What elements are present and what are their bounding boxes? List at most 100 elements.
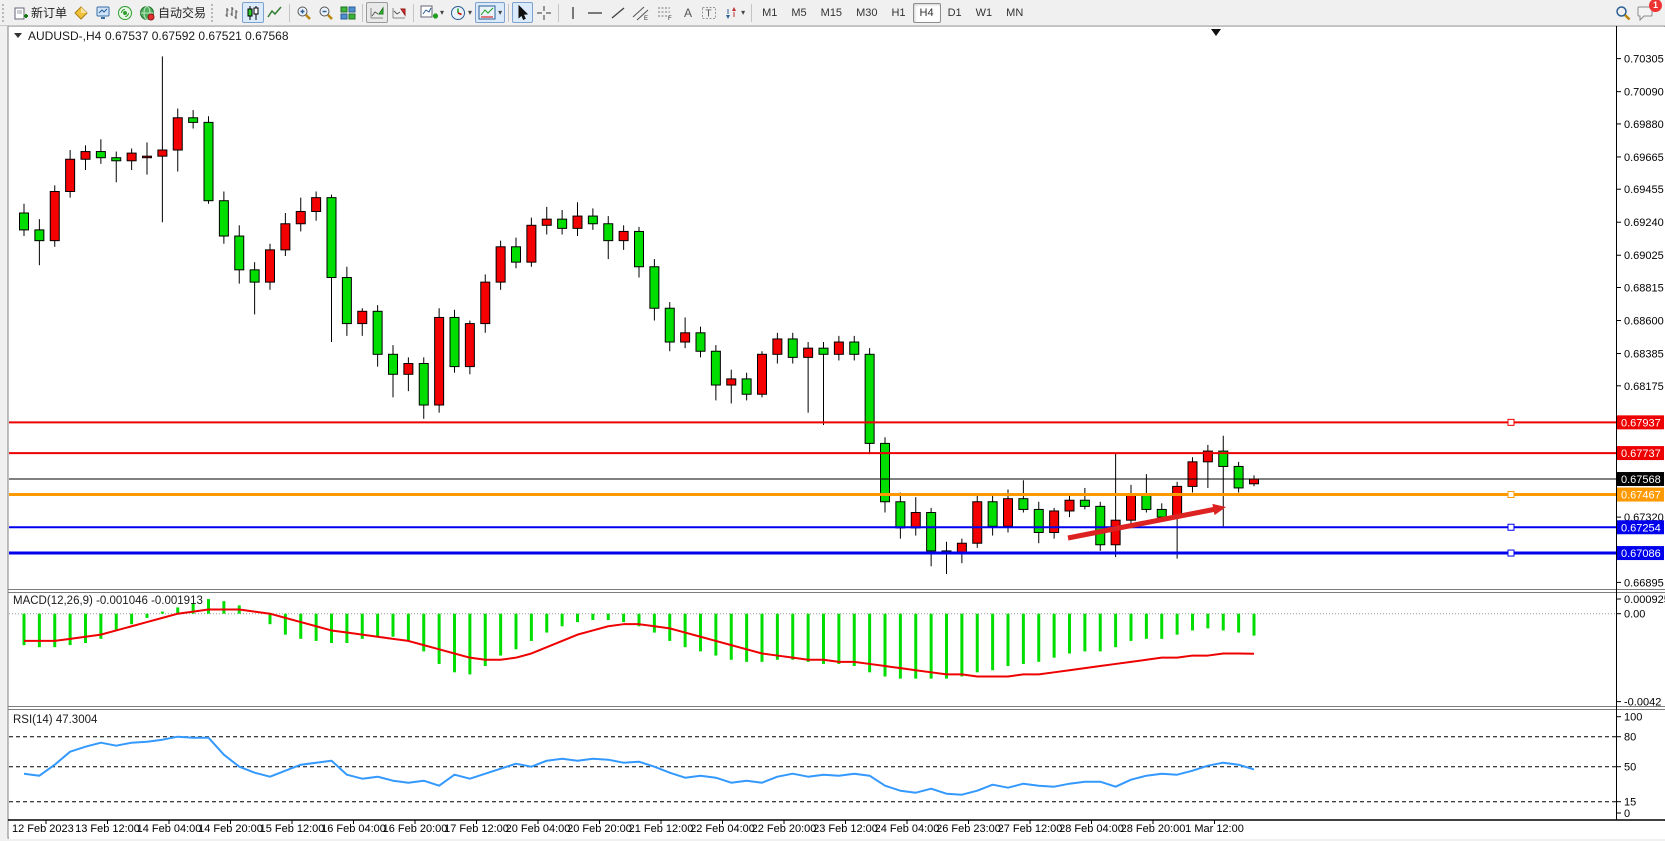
show-trade-levels-button[interactable]	[366, 2, 388, 23]
candle-body	[973, 502, 982, 543]
chart-title-ohlc: 0.67537 0.67592 0.67521 0.67568	[105, 29, 289, 43]
candle-body	[542, 219, 551, 225]
candle-body	[1096, 506, 1105, 544]
candle-body	[465, 324, 474, 367]
autotrade-button[interactable]: 自动交易	[136, 2, 209, 23]
candle-body	[619, 231, 628, 240]
candle-body	[342, 278, 351, 324]
timeframe-w1-button[interactable]: W1	[969, 3, 1000, 23]
add-indicator-button[interactable]: ▾	[417, 2, 447, 23]
timeframe-d1-button[interactable]: D1	[941, 3, 969, 23]
svg-text:A: A	[684, 6, 692, 20]
toolbar-grip[interactable]	[2, 4, 9, 22]
chat-button[interactable]: 1	[1634, 2, 1657, 23]
vertical-line-tool-button[interactable]	[562, 2, 583, 23]
chevron-down-icon[interactable]: ▾	[440, 8, 444, 17]
timeframe-m30-button[interactable]: M30	[849, 3, 884, 23]
horizontal-line-tool-button[interactable]	[583, 2, 607, 23]
chart-plot-area[interactable]	[9, 27, 1616, 589]
chevron-down-icon[interactable]: ▾	[468, 8, 472, 17]
candle-body	[758, 354, 767, 394]
candle-body	[650, 267, 659, 308]
cursor-button[interactable]	[512, 2, 533, 23]
timeframe-m5-button[interactable]: M5	[784, 3, 813, 23]
arrows-tool-button[interactable]: ▾	[720, 2, 748, 23]
signals-icon-button[interactable]	[114, 2, 136, 23]
time-axis[interactable]: 12 Feb 202313 Feb 12:0014 Feb 04:0014 Fe…	[9, 820, 1665, 839]
rsi-tick-label: 50	[1624, 762, 1636, 774]
show-history-levels-button[interactable]	[388, 2, 410, 23]
candle-body	[988, 502, 997, 527]
channel-tool-button[interactable]: E	[629, 2, 653, 23]
price-tick-label: 0.69455	[1624, 184, 1664, 196]
trendline-tool-button[interactable]	[607, 2, 629, 23]
period-clock-button[interactable]: ▾	[447, 2, 475, 23]
arrows-icon	[723, 5, 739, 21]
line-drag-handle[interactable]	[1508, 524, 1514, 530]
candle-body	[219, 201, 228, 236]
chevron-down-icon[interactable]: ▾	[741, 8, 745, 17]
template-button[interactable]: ▾	[475, 2, 505, 23]
toolbar-separator	[362, 4, 363, 22]
candle-body	[527, 225, 536, 262]
timeframe-m15-button[interactable]: M15	[814, 3, 849, 23]
line-drag-handle[interactable]	[1508, 419, 1514, 425]
macd-label: MACD(12,26,9) -0.001046 -0.001913	[13, 595, 203, 607]
time-tick-label: 14 Feb 20:00	[198, 823, 263, 835]
toolbar-separator	[508, 4, 509, 22]
new-order-button[interactable]: 新订单	[11, 2, 70, 23]
rsi-label: RSI(14) 47.3004	[13, 714, 98, 726]
crosshair-icon	[536, 5, 552, 21]
time-tick-label: 17 Feb 12:00	[444, 823, 509, 835]
line-chart-type-button[interactable]	[264, 2, 286, 23]
candle-body	[358, 311, 367, 323]
text-tool-button[interactable]: A	[677, 2, 698, 23]
chart-arrow-up-icon	[369, 5, 385, 21]
macd-tick-label: 0.000925	[1624, 594, 1665, 606]
gold-diamond-icon-button[interactable]	[70, 2, 92, 23]
new-order-label: 新订单	[31, 4, 67, 21]
candle-body	[773, 339, 782, 354]
search-button[interactable]	[1612, 2, 1634, 23]
candle-body	[189, 118, 198, 123]
tile-windows-button[interactable]	[337, 2, 359, 23]
zoom-in-button[interactable]	[293, 2, 315, 23]
crosshair-button[interactable]	[533, 2, 555, 23]
candle-body	[927, 513, 936, 551]
candle-body	[1065, 500, 1074, 511]
candle-body	[419, 364, 428, 405]
monitor-icon-button[interactable]	[92, 2, 114, 23]
price-level-badge-label: 0.67737	[1621, 448, 1661, 460]
line-drag-handle[interactable]	[1508, 550, 1514, 556]
price-tick-label: 0.69880	[1624, 119, 1664, 131]
candle-body	[834, 342, 843, 354]
candle-body	[204, 122, 213, 200]
timeframe-h1-button[interactable]: H1	[884, 3, 912, 23]
label-tool-button[interactable]: T	[698, 2, 720, 23]
time-tick-label: 23 Feb 12:00	[813, 823, 878, 835]
candle-body	[250, 270, 259, 282]
candle-body	[1127, 494, 1136, 520]
bar-chart-type-button[interactable]	[220, 2, 242, 23]
zoom-out-button[interactable]	[315, 2, 337, 23]
line-drag-handle[interactable]	[1508, 492, 1514, 498]
candle-body	[1111, 520, 1120, 545]
monitor-icon	[95, 5, 111, 21]
fibonacci-tool-button[interactable]: F	[653, 2, 677, 23]
time-tick-label: 15 Feb 12:00	[260, 823, 325, 835]
rsi-tick-label: 80	[1624, 732, 1636, 744]
candle-body	[573, 216, 582, 228]
clock-icon	[450, 5, 466, 21]
timeframe-mn-button[interactable]: MN	[999, 3, 1030, 23]
toolbar-grip[interactable]	[211, 4, 218, 22]
candle-body	[604, 224, 613, 241]
price-level-badge-label: 0.67086	[1621, 548, 1661, 560]
chevron-down-icon[interactable]: ▾	[498, 8, 502, 17]
timeframe-m1-button[interactable]: M1	[755, 3, 784, 23]
toolbar-separator	[558, 4, 559, 22]
candlestick-chart-type-button[interactable]	[242, 2, 264, 23]
timeframe-h4-button[interactable]: H4	[913, 3, 941, 23]
candle-body	[1188, 462, 1197, 487]
candle-body	[1080, 500, 1089, 506]
line-chart-icon	[267, 5, 283, 21]
